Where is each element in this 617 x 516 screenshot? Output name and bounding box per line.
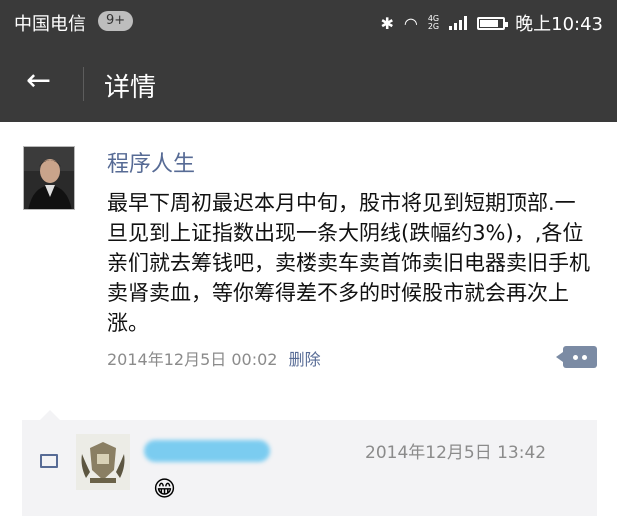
more-actions-button[interactable] xyxy=(556,346,597,368)
grin-emoji: 😁 xyxy=(153,477,176,502)
crest-avatar-icon xyxy=(76,434,130,490)
profile-photo-icon xyxy=(24,147,74,209)
post-meta: 2014年12月5日 00:02 删除 xyxy=(107,346,321,370)
bluetooth-icon: ✱ xyxy=(380,13,394,33)
delete-button[interactable]: 删除 xyxy=(289,350,321,369)
comment-icon xyxy=(40,454,58,468)
battery-icon xyxy=(477,16,509,30)
commenter-avatar[interactable] xyxy=(76,434,130,490)
clock: 晚上10:43 xyxy=(515,14,603,35)
comment-section: 2014年12月5日 13:42 😁 xyxy=(22,410,597,516)
dot-icon xyxy=(582,354,587,360)
signal-icon xyxy=(449,16,468,30)
carrier-name: 中国电信 xyxy=(14,14,86,35)
page-title: 详情 xyxy=(104,73,157,103)
status-icons: ✱ ◠ 4G 2G 晚上10:43 xyxy=(380,10,603,36)
title-bar: ← 详情 xyxy=(0,44,617,122)
comment-timestamp: 2014年12月5日 13:42 xyxy=(365,443,547,463)
title-divider xyxy=(83,67,84,101)
author-avatar[interactable] xyxy=(23,146,75,210)
post-content: 最早下周初最迟本月中旬，股市将见到短期顶部.一旦见到上证指数出现一条大阴线(跌幅… xyxy=(107,191,590,335)
network-type-label: 4G 2G xyxy=(427,14,440,31)
notification-badge: 9+ xyxy=(98,11,134,31)
author-name[interactable]: 程序人生 xyxy=(107,146,195,178)
back-arrow-icon[interactable]: ← xyxy=(26,66,51,96)
wifi-icon: ◠ xyxy=(403,13,418,33)
status-bar: 中国电信 9+ ✱ ◠ 4G 2G 晚上10:43 xyxy=(0,0,617,44)
post-timestamp: 2014年12月5日 00:02 xyxy=(107,350,278,369)
dot-icon xyxy=(573,354,578,360)
redacted-name xyxy=(144,440,270,462)
